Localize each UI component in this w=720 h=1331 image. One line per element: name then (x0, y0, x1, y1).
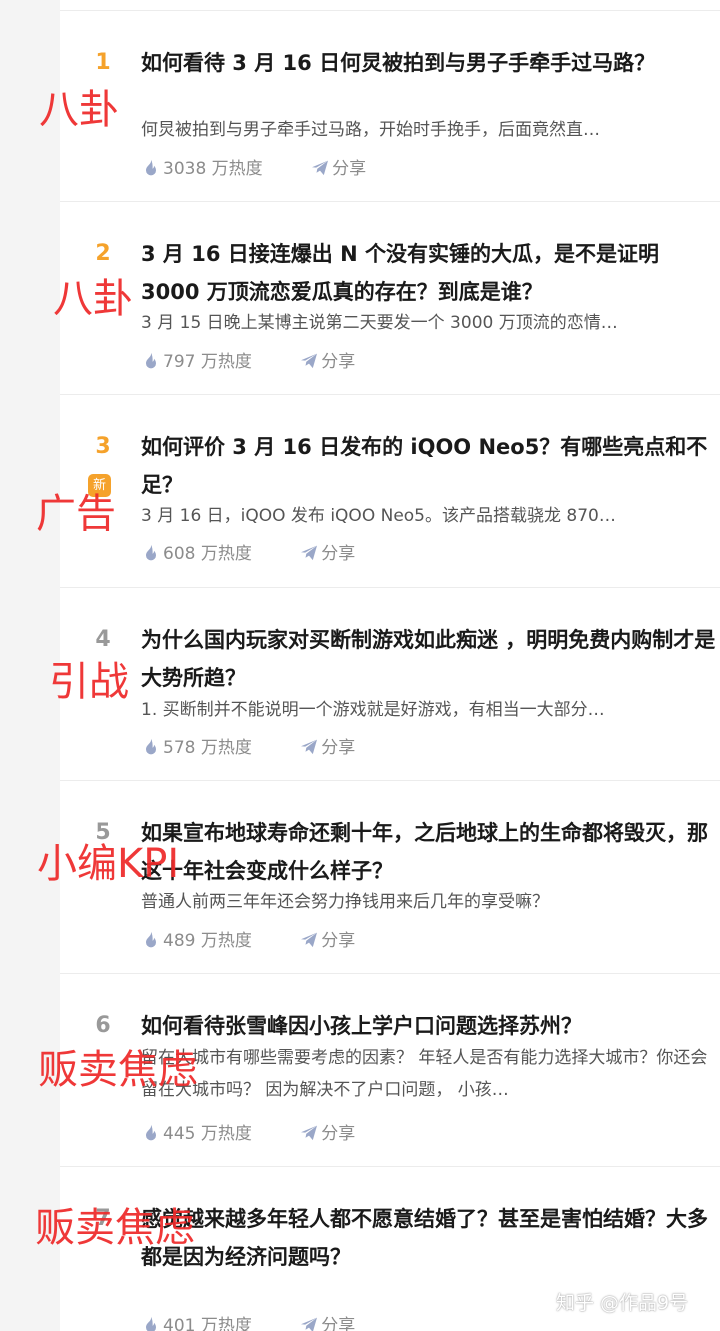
annotation-anxiety-1: 贩卖焦虑 (38, 1047, 198, 1093)
annotation-gossip-2: 八卦 (53, 276, 133, 322)
paper-plane-icon (301, 353, 318, 369)
heat-text: 797 万热度 (163, 352, 252, 372)
flame-icon (146, 1316, 156, 1331)
question-title[interactable]: 如何评价 3 月 16 日发布的 iQOO Neo5？有哪些亮点和不足？ (141, 428, 720, 504)
paper-plane-icon (301, 1317, 318, 1331)
answer-excerpt[interactable]: 何炅被拍到与男子牵手过马路，开始时手挽手，后面竟然直… (141, 117, 711, 143)
heat-count: 489 万热度 (141, 928, 252, 954)
paper-plane-icon (301, 932, 318, 948)
item-meta: 445 万热度 分享 (141, 1121, 355, 1147)
item-meta: 401 万热度 分享 (141, 1313, 355, 1331)
flame-icon (146, 1124, 156, 1141)
paper-plane-icon (312, 160, 329, 176)
zhihu-watermark: 知乎 @作品9号 (556, 1292, 689, 1314)
flame-icon (146, 544, 156, 561)
heat-text: 3038 万热度 (163, 159, 263, 179)
heat-text: 401 万热度 (163, 1316, 252, 1331)
share-label: 分享 (321, 544, 356, 564)
rank-number: 1 (95, 50, 111, 75)
share-button[interactable]: 分享 (299, 735, 355, 761)
flame-icon (146, 931, 156, 948)
flame-icon (146, 352, 156, 369)
share-label: 分享 (321, 931, 356, 951)
paper-plane-icon (301, 545, 318, 561)
question-title[interactable]: 如何看待张雪峰因小孩上学户口问题选择苏州？ (141, 1007, 720, 1045)
share-button[interactable]: 分享 (299, 928, 355, 954)
heat-text: 608 万热度 (163, 544, 252, 564)
question-title[interactable]: 3 月 16 日接连爆出 N 个没有实锤的大瓜，是不是证明 3000 万顶流恋爱… (141, 235, 720, 311)
hot-list-item-1[interactable]: 1 如何看待 3 月 16 日何炅被拍到与男子手牵手过马路？ 何炅被拍到与男子牵… (60, 10, 720, 202)
answer-excerpt[interactable]: 3 月 16 日，iQOO 发布 iQOO Neo5。该产品搭载骁龙 870… (141, 503, 711, 529)
answer-excerpt[interactable]: 3 月 15 日晚上某博主说第二天要发一个 3000 万顶流的恋情… (141, 310, 711, 336)
flame-icon (146, 159, 156, 176)
share-button[interactable]: 分享 (299, 349, 355, 375)
rank-number: 2 (95, 241, 111, 266)
share-label: 分享 (321, 1316, 356, 1331)
share-label: 分享 (321, 352, 356, 372)
share-button[interactable]: 分享 (310, 156, 366, 182)
share-label: 分享 (321, 1124, 356, 1144)
heat-count: 797 万热度 (141, 349, 252, 375)
paper-plane-icon (301, 1125, 318, 1141)
question-title[interactable]: 感觉越来越多年轻人都不愿意结婚了？甚至是害怕结婚？大多都是因为经济问题吗？ (141, 1200, 720, 1276)
question-title[interactable]: 如何看待 3 月 16 日何炅被拍到与男子手牵手过马路？ (141, 44, 720, 82)
answer-excerpt[interactable]: 留在大城市有哪些需要考虑的因素？ 年轻人是否有能力选择大城市？你还会留在大城市吗… (141, 1042, 720, 1106)
share-button[interactable]: 分享 (299, 541, 355, 567)
hot-list-page: 1 如何看待 3 月 16 日何炅被拍到与男子手牵手过马路？ 何炅被拍到与男子牵… (0, 0, 720, 1331)
item-meta: 608 万热度 分享 (141, 541, 355, 567)
item-meta: 489 万热度 分享 (141, 928, 355, 954)
hot-list-item-4[interactable]: 4 为什么国内玩家对买断制游戏如此痴迷 ，明明免费内购制才是大势所趋？ 1. 买… (60, 588, 720, 781)
heat-text: 578 万热度 (163, 738, 252, 758)
heat-count: 608 万热度 (141, 541, 252, 567)
item-meta: 797 万热度 分享 (141, 349, 355, 375)
paper-plane-icon (301, 739, 318, 755)
heat-text: 489 万热度 (163, 931, 252, 951)
flame-icon (146, 738, 156, 755)
annotation-flamebait: 引战 (49, 659, 129, 705)
rank-number: 6 (95, 1013, 111, 1038)
annotation-anxiety-2: 贩卖焦虑 (35, 1205, 195, 1251)
rank-number: 3 (95, 434, 111, 459)
share-label: 分享 (321, 738, 356, 758)
hot-list-item-2[interactable]: 2 3 月 16 日接连爆出 N 个没有实锤的大瓜，是不是证明 3000 万顶流… (60, 202, 720, 395)
item-meta: 578 万热度 分享 (141, 735, 355, 761)
heat-text: 445 万热度 (163, 1124, 252, 1144)
heat-count: 401 万热度 (141, 1313, 252, 1331)
rank-number: 4 (95, 627, 111, 652)
share-button[interactable]: 分享 (299, 1313, 355, 1331)
hot-list: 1 如何看待 3 月 16 日何炅被拍到与男子手牵手过马路？ 何炅被拍到与男子牵… (60, 0, 720, 1331)
hot-list-item-3[interactable]: 3 新 如何评价 3 月 16 日发布的 iQOO Neo5？有哪些亮点和不足？… (60, 395, 720, 588)
item-meta: 3038 万热度 分享 (141, 156, 366, 182)
heat-count: 578 万热度 (141, 735, 252, 761)
question-title[interactable]: 为什么国内玩家对买断制游戏如此痴迷 ，明明免费内购制才是大势所趋？ (141, 621, 720, 697)
share-button[interactable]: 分享 (299, 1121, 355, 1147)
heat-count: 445 万热度 (141, 1121, 252, 1147)
question-title[interactable]: 如果宣布地球寿命还剩十年，之后地球上的生命都将毁灭，那这十年社会变成什么样子？ (141, 814, 720, 890)
annotation-editor-kpi: 小编KPI (37, 841, 180, 887)
answer-excerpt[interactable]: 普通人前两三年年还会努力挣钱用来后几年的享受嘛？ (141, 889, 711, 915)
annotation-ad: 广告 (36, 491, 116, 537)
annotation-gossip-1: 八卦 (39, 87, 119, 133)
answer-excerpt[interactable]: 1. 买断制并不能说明一个游戏就是好游戏，有相当一大部分… (141, 697, 711, 723)
heat-count: 3038 万热度 (141, 156, 263, 182)
share-label: 分享 (332, 159, 367, 179)
